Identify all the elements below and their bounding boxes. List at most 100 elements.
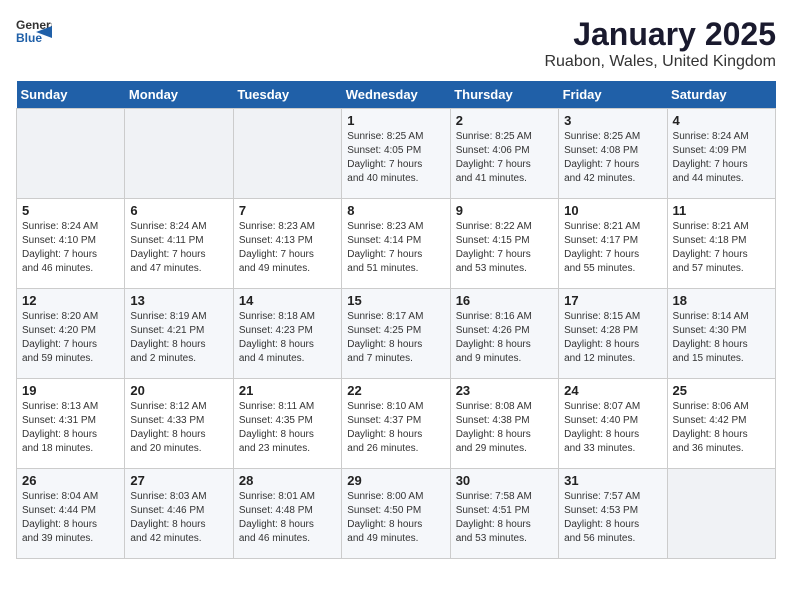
day-number: 14 [239,293,336,308]
calendar-cell: 1 Sunrise: 8:25 AM Sunset: 4:05 PM Daylig… [342,109,450,199]
day-info: Sunrise: 8:16 AM Sunset: 4:26 PM Dayligh… [456,310,553,366]
day-number: 27 [130,473,227,488]
header-day-tuesday: Tuesday [233,81,341,109]
day-number: 4 [673,113,770,128]
calendar-cell: 7 Sunrise: 8:23 AM Sunset: 4:13 PM Daylig… [233,199,341,289]
calendar-cell: 6Sunrise: 8:24 AM Sunset: 4:11 PM Daylig… [125,199,233,289]
calendar-cell: 21Sunrise: 8:11 AM Sunset: 4:35 PM Dayli… [233,379,341,469]
calendar-cell: 5Sunrise: 8:24 AM Sunset: 4:10 PM Daylig… [17,199,125,289]
day-info: Sunrise: 8:22 AM Sunset: 4:15 PM Dayligh… [456,220,553,276]
day-number: 24 [564,383,661,398]
day-number: 9 [456,203,553,218]
title-area: January 2025 Ruabon, Wales, United Kingd… [544,16,776,71]
day-info: Sunrise: 8:10 AM Sunset: 4:37 PM Dayligh… [347,400,444,456]
header-day-friday: Friday [559,81,667,109]
calendar-cell: 11 Sunrise: 8:21 AM Sunset: 4:18 PM Dayli… [667,199,775,289]
day-info: Sunrise: 8:03 AM Sunset: 4:46 PM Dayligh… [130,490,227,546]
day-number: 30 [456,473,553,488]
day-number: 29 [347,473,444,488]
day-number: 26 [22,473,119,488]
day-number: 1 [347,113,444,128]
calendar-cell: 4 Sunrise: 8:24 AM Sunset: 4:09 PM Daylig… [667,109,775,199]
day-number: 7 [239,203,336,218]
calendar-cell: 31 Sunrise: 7:57 AM Sunset: 4:53 PM Dayli… [559,469,667,559]
calendar-cell: 26Sunrise: 8:04 AM Sunset: 4:44 PM Dayli… [17,469,125,559]
day-number: 19 [22,383,119,398]
calendar-cell: 17 Sunrise: 8:15 AM Sunset: 4:28 PM Dayli… [559,289,667,379]
header-row: SundayMondayTuesdayWednesdayThursdayFrid… [17,81,776,109]
day-number: 15 [347,293,444,308]
week-row-1: 1 Sunrise: 8:25 AM Sunset: 4:05 PM Daylig… [17,109,776,199]
day-info: Sunrise: 8:21 AM Sunset: 4:18 PM Dayligh… [673,220,770,276]
day-info: Sunrise: 8:23 AM Sunset: 4:13 PM Dayligh… [239,220,336,276]
calendar-table: SundayMondayTuesdayWednesdayThursdayFrid… [16,81,776,559]
day-number: 10 [564,203,661,218]
calendar-cell: 29 Sunrise: 8:00 AM Sunset: 4:50 PM Dayli… [342,469,450,559]
calendar-cell: 30 Sunrise: 7:58 AM Sunset: 4:51 PM Dayli… [450,469,558,559]
calendar-cell: 9 Sunrise: 8:22 AM Sunset: 4:15 PM Daylig… [450,199,558,289]
calendar-subtitle: Ruabon, Wales, United Kingdom [544,53,776,71]
day-info: Sunrise: 8:24 AM Sunset: 4:09 PM Dayligh… [673,130,770,186]
week-row-5: 26Sunrise: 8:04 AM Sunset: 4:44 PM Dayli… [17,469,776,559]
svg-text:Blue: Blue [16,31,42,45]
calendar-cell [17,109,125,199]
day-info: Sunrise: 8:01 AM Sunset: 4:48 PM Dayligh… [239,490,336,546]
calendar-cell: 8Sunrise: 8:23 AM Sunset: 4:14 PM Daylig… [342,199,450,289]
day-info: Sunrise: 8:13 AM Sunset: 4:31 PM Dayligh… [22,400,119,456]
day-info: Sunrise: 8:11 AM Sunset: 4:35 PM Dayligh… [239,400,336,456]
calendar-cell: 15 Sunrise: 8:17 AM Sunset: 4:25 PM Dayli… [342,289,450,379]
day-info: Sunrise: 8:25 AM Sunset: 4:06 PM Dayligh… [456,130,553,186]
calendar-cell: 16 Sunrise: 8:16 AM Sunset: 4:26 PM Dayli… [450,289,558,379]
calendar-cell [233,109,341,199]
calendar-cell [125,109,233,199]
header-day-wednesday: Wednesday [342,81,450,109]
day-number: 6 [130,203,227,218]
day-number: 28 [239,473,336,488]
day-info: Sunrise: 8:14 AM Sunset: 4:30 PM Dayligh… [673,310,770,366]
calendar-cell: 13Sunrise: 8:19 AM Sunset: 4:21 PM Dayli… [125,289,233,379]
day-number: 12 [22,293,119,308]
day-info: Sunrise: 7:57 AM Sunset: 4:53 PM Dayligh… [564,490,661,546]
day-number: 20 [130,383,227,398]
day-number: 17 [564,293,661,308]
day-info: Sunrise: 8:06 AM Sunset: 4:42 PM Dayligh… [673,400,770,456]
calendar-cell: 19 Sunrise: 8:13 AM Sunset: 4:31 PM Dayli… [17,379,125,469]
header-day-saturday: Saturday [667,81,775,109]
logo: General Blue [16,16,52,46]
page-header: General Blue January 2025 Ruabon, Wales,… [16,16,776,71]
day-info: Sunrise: 8:00 AM Sunset: 4:50 PM Dayligh… [347,490,444,546]
day-number: 16 [456,293,553,308]
logo-svg: General Blue [16,16,52,46]
day-info: Sunrise: 7:58 AM Sunset: 4:51 PM Dayligh… [456,490,553,546]
calendar-cell: 28 Sunrise: 8:01 AM Sunset: 4:48 PM Dayli… [233,469,341,559]
calendar-cell: 2 Sunrise: 8:25 AM Sunset: 4:06 PM Daylig… [450,109,558,199]
header-day-thursday: Thursday [450,81,558,109]
day-number: 11 [673,203,770,218]
calendar-cell: 20 Sunrise: 8:12 AM Sunset: 4:33 PM Dayli… [125,379,233,469]
day-info: Sunrise: 8:07 AM Sunset: 4:40 PM Dayligh… [564,400,661,456]
day-info: Sunrise: 8:15 AM Sunset: 4:28 PM Dayligh… [564,310,661,366]
week-row-3: 12 Sunrise: 8:20 AM Sunset: 4:20 PM Dayli… [17,289,776,379]
header-day-monday: Monday [125,81,233,109]
calendar-cell: 27 Sunrise: 8:03 AM Sunset: 4:46 PM Dayli… [125,469,233,559]
day-info: Sunrise: 8:23 AM Sunset: 4:14 PM Dayligh… [347,220,444,276]
day-number: 23 [456,383,553,398]
calendar-cell: 22Sunrise: 8:10 AM Sunset: 4:37 PM Dayli… [342,379,450,469]
calendar-cell: 12 Sunrise: 8:20 AM Sunset: 4:20 PM Dayli… [17,289,125,379]
header-day-sunday: Sunday [17,81,125,109]
day-number: 31 [564,473,661,488]
week-row-2: 5Sunrise: 8:24 AM Sunset: 4:10 PM Daylig… [17,199,776,289]
day-info: Sunrise: 8:12 AM Sunset: 4:33 PM Dayligh… [130,400,227,456]
day-info: Sunrise: 8:17 AM Sunset: 4:25 PM Dayligh… [347,310,444,366]
day-info: Sunrise: 8:25 AM Sunset: 4:05 PM Dayligh… [347,130,444,186]
day-number: 25 [673,383,770,398]
day-number: 2 [456,113,553,128]
day-number: 18 [673,293,770,308]
calendar-cell: 23Sunrise: 8:08 AM Sunset: 4:38 PM Dayli… [450,379,558,469]
day-info: Sunrise: 8:25 AM Sunset: 4:08 PM Dayligh… [564,130,661,186]
day-info: Sunrise: 8:18 AM Sunset: 4:23 PM Dayligh… [239,310,336,366]
day-info: Sunrise: 8:21 AM Sunset: 4:17 PM Dayligh… [564,220,661,276]
day-info: Sunrise: 8:20 AM Sunset: 4:20 PM Dayligh… [22,310,119,366]
week-row-4: 19 Sunrise: 8:13 AM Sunset: 4:31 PM Dayli… [17,379,776,469]
calendar-title: January 2025 [544,16,776,53]
